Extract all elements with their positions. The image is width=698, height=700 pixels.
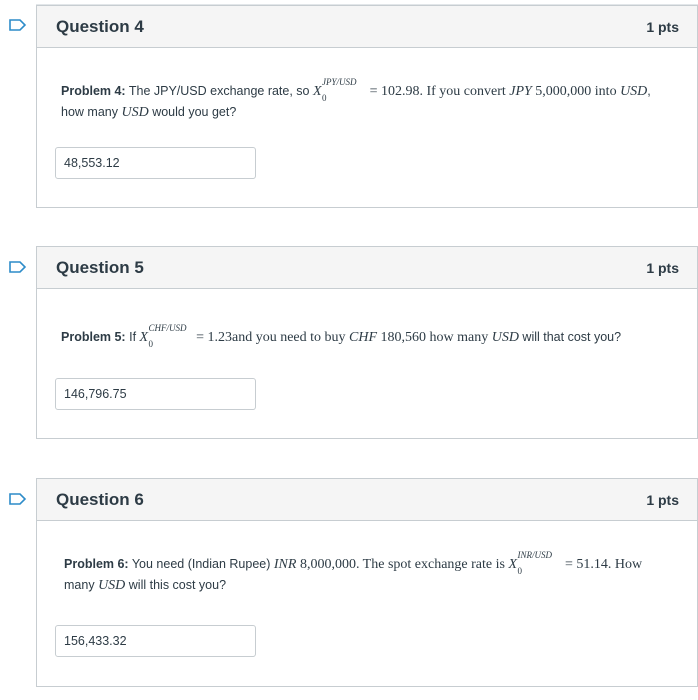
currency-code: USD — [620, 84, 648, 99]
exchange-rate-symbol: X JPY/USD 0 — [313, 77, 368, 103]
question-4-card: Question 4 1 pts Problem 4: The JPY/USD … — [36, 5, 698, 208]
exchange-rate-subscript: 0 — [148, 339, 154, 349]
currency-code: USD — [98, 578, 126, 593]
question-header: Question 6 1 pts — [37, 479, 697, 521]
question-points: 1 pts — [646, 491, 679, 508]
question-text: Problem 4: The JPY/USD exchange rate, so… — [61, 77, 679, 123]
exchange-rate-superscript: INR/USD — [517, 550, 552, 560]
question-5-card: Question 5 1 pts Problem 5: If X CHF/USD 0… — [36, 246, 698, 439]
exchange-rate-subscript: 0 — [322, 93, 327, 103]
currency-code: CHF — [349, 330, 378, 345]
equation-value: = 102.98. If you convert — [369, 84, 506, 99]
question-text-part: will that cost you? — [522, 330, 622, 344]
amount-text: 8,000,000. The spot exchange rate is — [299, 557, 505, 572]
currency-code: USD — [121, 105, 149, 120]
answer-input[interactable]: 146,796.75 — [55, 378, 256, 410]
problem-label: Problem 5: — [61, 330, 126, 344]
exchange-rate-superscript: JPY/USD — [322, 77, 357, 87]
question-text-part: will this cost you? — [128, 578, 227, 592]
question-title: Question 4 — [56, 16, 144, 36]
question-title: Question 5 — [56, 257, 144, 277]
question-6-card: Question 6 1 pts Problem 6: You need (In… — [36, 478, 698, 687]
bookmark-flag-icon[interactable] — [9, 493, 27, 505]
answer-input[interactable]: 156,433.32 — [55, 625, 256, 657]
exchange-rate-symbol: X INR/USD 0 — [508, 550, 563, 576]
exchange-rate-subscript: 0 — [517, 566, 522, 576]
question-text-part: would you get? — [152, 105, 237, 119]
currency-code: INR — [273, 557, 297, 572]
equation-value: = 1.23and you need to buy — [196, 330, 346, 345]
question-title: Question 6 — [56, 489, 144, 509]
problem-label: Problem 6: — [64, 557, 129, 571]
problem-label: Problem 4: — [61, 84, 126, 98]
exchange-rate-superscript: CHF/USD — [148, 323, 187, 333]
amount-text: 180,560 how many — [380, 330, 489, 345]
question-text-part: You need (Indian Rupee) — [131, 557, 271, 571]
amount-text: 5,000,000 into — [535, 84, 617, 99]
question-header: Question 4 1 pts — [37, 6, 697, 48]
question-text-part: The JPY/USD exchange rate, so — [128, 84, 310, 98]
question-text: Problem 5: If X CHF/USD 0 = 1.23and you nee… — [61, 323, 679, 349]
question-text-part: many — [64, 578, 95, 592]
bookmark-flag-icon[interactable] — [9, 261, 27, 273]
question-header: Question 5 1 pts — [37, 247, 697, 289]
question-text-part: , — [647, 84, 651, 98]
currency-code: USD — [491, 330, 519, 345]
exchange-rate-symbol: X CHF/USD 0 — [140, 323, 195, 349]
bookmark-flag-icon[interactable] — [9, 19, 27, 31]
currency-code: JPY — [509, 84, 532, 99]
answer-input[interactable]: 48,553.12 — [55, 147, 256, 179]
equation-value: = 51.14. How — [565, 557, 643, 572]
question-text-part: how many — [61, 105, 118, 119]
question-text-part: If — [129, 330, 137, 344]
question-points: 1 pts — [646, 259, 679, 276]
question-text: Problem 6: You need (Indian Rupee) INR 8… — [64, 550, 679, 596]
question-points: 1 pts — [646, 18, 679, 35]
